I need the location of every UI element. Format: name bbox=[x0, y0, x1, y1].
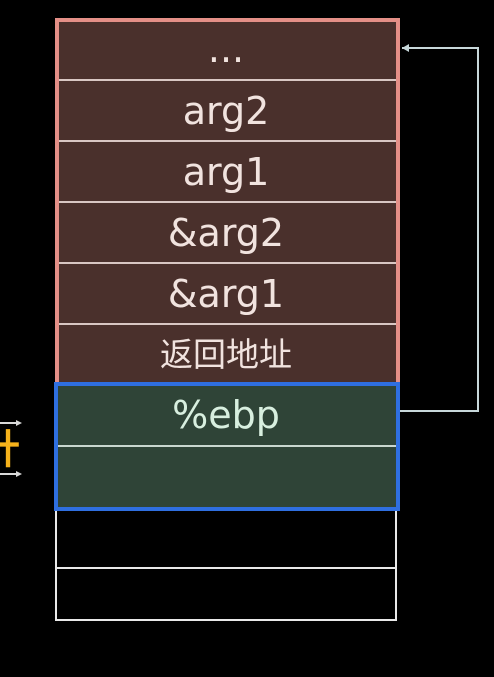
pointer-label: 针 bbox=[0, 430, 20, 470]
left-pointer-top-arrowhead bbox=[16, 420, 22, 426]
saved-ebp-link-line bbox=[400, 47, 479, 412]
connector-layer bbox=[0, 44, 479, 477]
saved-ebp-link-arrowhead bbox=[402, 44, 409, 52]
